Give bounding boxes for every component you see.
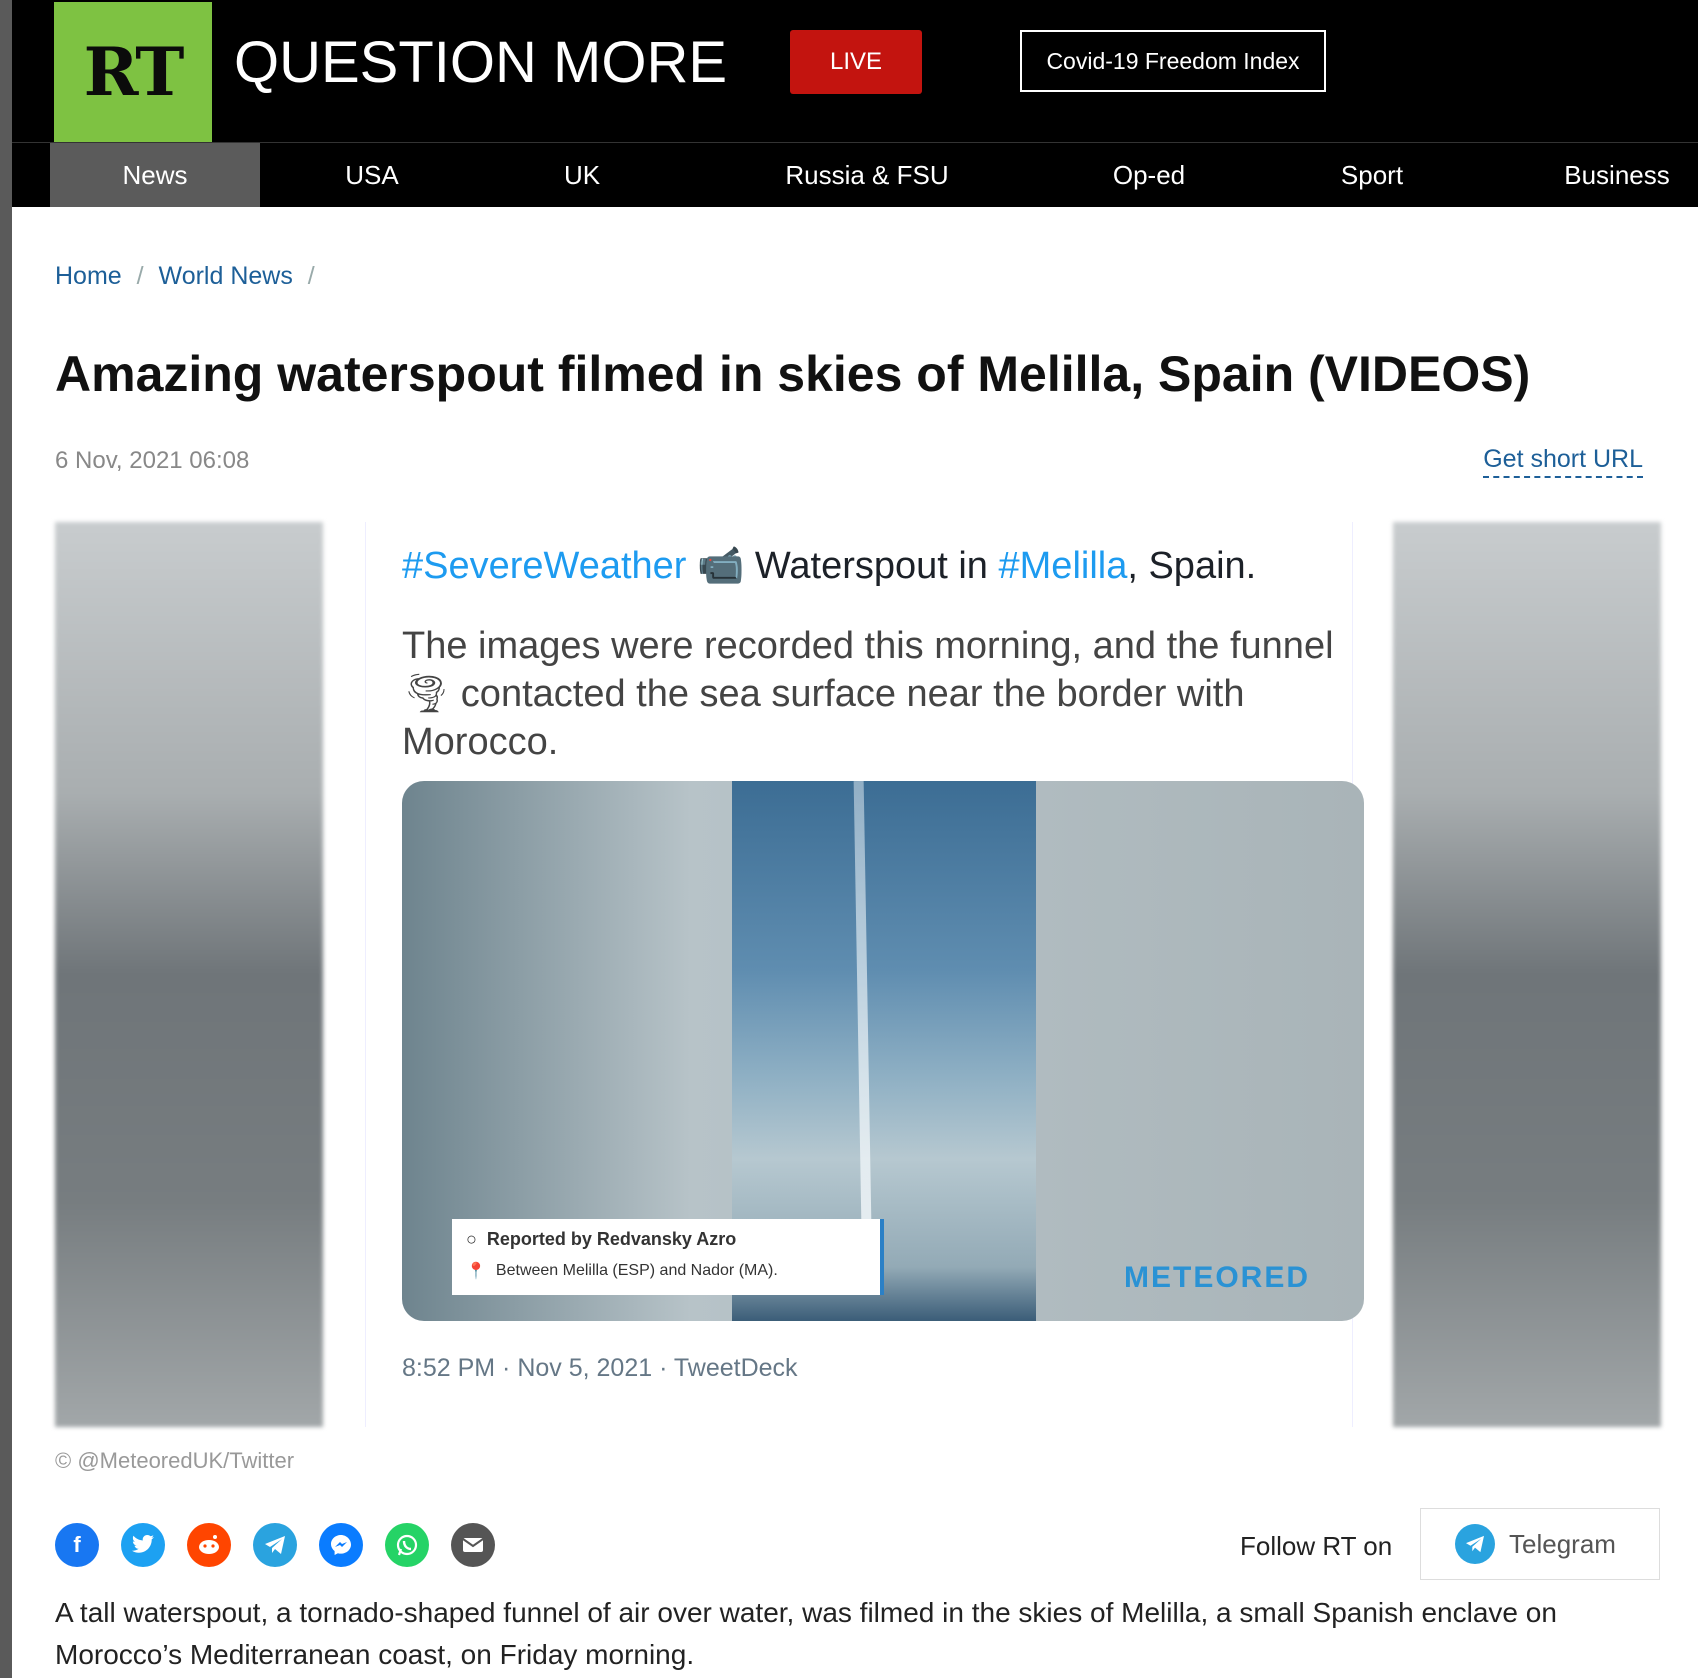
- share-buttons: f: [55, 1523, 495, 1567]
- nav-item-news[interactable]: News: [50, 143, 260, 207]
- hashtag-melilla[interactable]: #Melilla: [999, 545, 1128, 587]
- tornado-icon: 🌪: [402, 673, 451, 715]
- main-nav: News USA UK Russia & FSU Op-ed Sport Bus…: [12, 143, 1698, 207]
- page-frame: RT QUESTION MORE LIVE Covid-19 Freedom I…: [12, 0, 1698, 1678]
- breadcrumb: Home / World News /: [55, 262, 323, 291]
- article-body: A tall waterspout, a tornado-shaped funn…: [55, 1597, 1557, 1670]
- media-credit: © @MeteoredUK/Twitter: [55, 1448, 295, 1473]
- tweet-text-part: , Spain.: [1127, 545, 1257, 587]
- breadcrumb-home[interactable]: Home: [55, 262, 122, 290]
- tweet-embed: #SevereWeather 📹 Waterspout in #Melilla,…: [55, 522, 1661, 1427]
- blurred-video-backdrop-left: [55, 522, 323, 1427]
- live-button[interactable]: LIVE: [790, 30, 922, 94]
- follow-telegram-button[interactable]: Telegram: [1420, 1508, 1660, 1580]
- tweet-body-text: contacted the sea surface near the borde…: [402, 673, 1245, 763]
- tweet-card[interactable]: #SevereWeather 📹 Waterspout in #Melilla,…: [365, 522, 1364, 1427]
- blurred-video-backdrop-right: [1393, 522, 1661, 1427]
- get-short-url-link[interactable]: Get short URL: [1483, 445, 1643, 478]
- tweet-first-line: #SevereWeather 📹 Waterspout in #Melilla,…: [402, 544, 1256, 588]
- email-icon[interactable]: [451, 1523, 495, 1567]
- breadcrumb-world-news[interactable]: World News: [159, 262, 293, 290]
- follow-rt-label: Follow RT on: [1240, 1531, 1393, 1561]
- meteored-watermark: METEORED: [1124, 1261, 1311, 1294]
- report-reporter: Reported by Redvansky Azro: [486, 1229, 737, 1249]
- tweet-body-text: The images were recorded this morning, a…: [402, 625, 1334, 667]
- telegram-icon[interactable]: [253, 1523, 297, 1567]
- telegram-label: Telegram: [1509, 1528, 1616, 1559]
- masthead: RT QUESTION MORE LIVE Covid-19 Freedom I…: [12, 0, 1698, 143]
- tweet-video[interactable]: ○ Reported by Redvansky Azro 📍 Between M…: [402, 781, 1364, 1321]
- report-row: 📍 Between Melilla (ESP) and Nador (MA).: [466, 1261, 778, 1281]
- nav-item-russia-fsu[interactable]: Russia & FSU: [767, 143, 967, 207]
- tagline: QUESTION MORE: [234, 30, 728, 95]
- article-headline: Amazing waterspout filmed in skies of Me…: [55, 346, 1531, 402]
- tweet-meta[interactable]: 8:52 PM · Nov 5, 2021 · TweetDeck: [402, 1354, 798, 1383]
- reddit-icon[interactable]: [187, 1523, 231, 1567]
- telegram-icon: [1455, 1524, 1495, 1564]
- logo-text: RT: [83, 33, 185, 111]
- messenger-icon[interactable]: [319, 1523, 363, 1567]
- breadcrumb-separator: /: [307, 262, 315, 290]
- rt-logo[interactable]: RT: [54, 2, 212, 142]
- tweet-text-part: Waterspout in: [744, 545, 999, 587]
- facebook-icon[interactable]: f: [55, 1523, 99, 1567]
- covid-freedom-index-button[interactable]: Covid-19 Freedom Index: [1020, 30, 1326, 92]
- video-report-label: ○ Reported by Redvansky Azro 📍 Between M…: [452, 1219, 884, 1295]
- camera-icon: 📹: [697, 545, 745, 587]
- breadcrumb-separator: /: [136, 262, 144, 290]
- nav-item-business[interactable]: Business: [1542, 143, 1692, 207]
- hashtag-severe-weather[interactable]: #SevereWeather: [402, 545, 686, 587]
- location-pin-icon: 📍: [466, 1263, 486, 1280]
- article-date: 6 Nov, 2021 06:08: [55, 447, 250, 474]
- nav-item-uk[interactable]: UK: [542, 143, 622, 207]
- nav-item-sport[interactable]: Sport: [1322, 143, 1422, 207]
- nav-item-op-ed[interactable]: Op-ed: [1094, 143, 1204, 207]
- nav-item-usa[interactable]: USA: [322, 143, 422, 207]
- twitter-icon[interactable]: [121, 1523, 165, 1567]
- report-location: Between Melilla (ESP) and Nador (MA).: [495, 1262, 778, 1279]
- circle-icon: ○: [466, 1229, 477, 1249]
- report-row: ○ Reported by Redvansky Azro: [466, 1229, 736, 1250]
- tweet-body: The images were recorded this morning, a…: [402, 622, 1342, 766]
- whatsapp-icon[interactable]: [385, 1523, 429, 1567]
